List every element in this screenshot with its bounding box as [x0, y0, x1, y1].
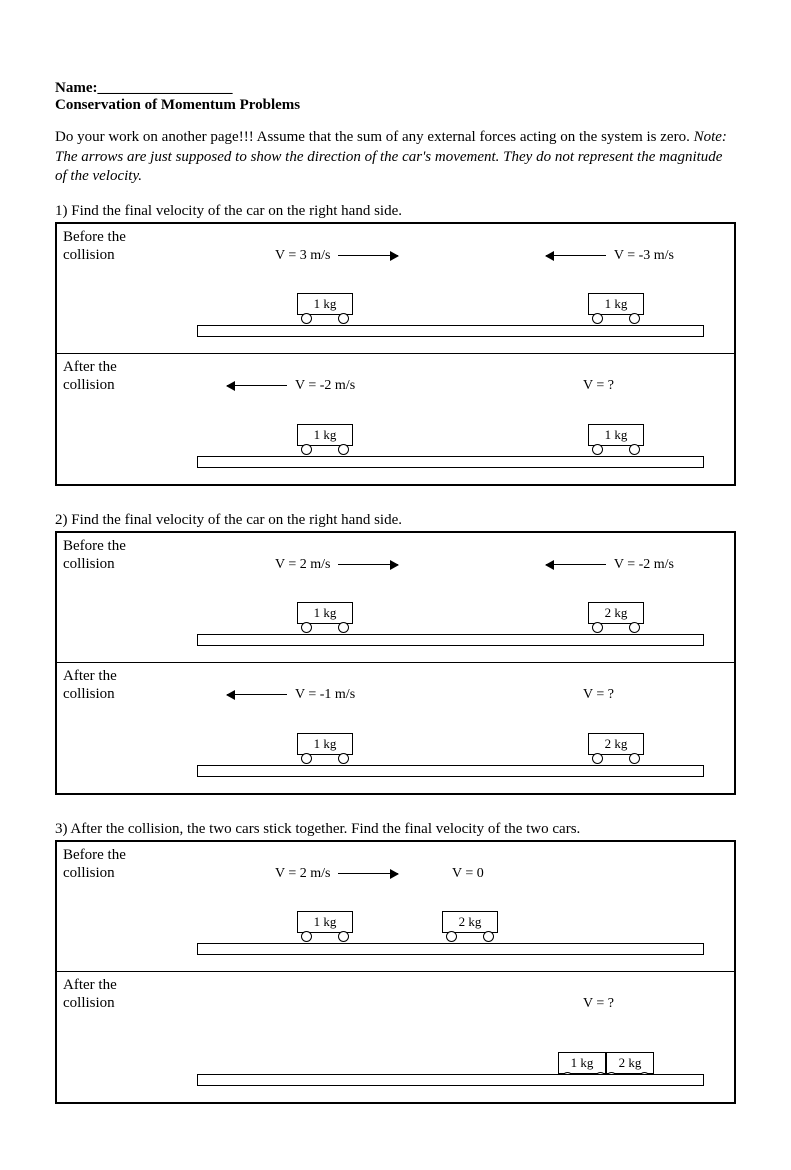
cart: 1 kg [297, 602, 353, 634]
worksheet-page: Name:__________________ Conservation of … [0, 0, 791, 1170]
after-panel: After the collision V = ? 1 kg 2 kg [57, 972, 734, 1102]
panel-label-after: After the collision [63, 976, 117, 1014]
before-panel: Before the collision V = 2 m/s V = 0 1 k… [57, 842, 734, 972]
velocity-label: V = 3 m/s [275, 248, 398, 264]
vel-text: V = -2 m/s [614, 557, 674, 573]
cart-mass: 1 kg [297, 293, 353, 315]
cart-mass: 1 kg [588, 293, 644, 315]
vel-text: V = ? [583, 996, 614, 1012]
track [197, 456, 704, 468]
cart: 2 kg [588, 602, 644, 634]
cart-mass: 2 kg [442, 911, 498, 933]
cart: 2 kg [442, 911, 498, 943]
vel-text: V = ? [583, 378, 614, 394]
cart-mass: 1 kg [297, 733, 353, 755]
cart: 1 kg [297, 733, 353, 765]
velocity-label: V = 2 m/s [275, 557, 398, 573]
cart-mass: 1 kg [558, 1052, 606, 1074]
after-panel: After the collision V = -2 m/s V = ? 1 k… [57, 354, 734, 484]
velocity-label: V = -2 m/s [546, 557, 674, 573]
arrow-left-icon [546, 564, 606, 566]
cart-mass: 1 kg [588, 424, 644, 446]
vel-text: V = -1 m/s [295, 687, 355, 703]
vel-text: V = -3 m/s [614, 248, 674, 264]
panel-label-after: After the collision [63, 358, 117, 396]
problem-prompt: 3) After the collision, the two cars sti… [55, 821, 736, 838]
problem-box: Before the collision V = 3 m/s V = -3 m/… [55, 222, 736, 486]
vel-text: V = 3 m/s [275, 248, 330, 264]
velocity-label: V = ? [583, 378, 614, 394]
cart: 1 kg [297, 293, 353, 325]
vel-text: V = 2 m/s [275, 557, 330, 573]
worksheet-title: Conservation of Momentum Problems [55, 97, 736, 114]
arrow-left-icon [546, 255, 606, 257]
cart-mass: 2 kg [588, 602, 644, 624]
cart: 1 kg [588, 424, 644, 456]
arrow-right-icon [338, 873, 398, 875]
panel-label-before: Before the collision [63, 537, 126, 575]
velocity-label: V = ? [583, 996, 614, 1012]
velocity-label: V = 2 m/s [275, 866, 398, 882]
cart: 1 kg [297, 911, 353, 943]
track [197, 325, 704, 337]
vel-text: V = 2 m/s [275, 866, 330, 882]
problem-box: Before the collision V = 2 m/s V = -2 m/… [55, 531, 736, 795]
problem-box: Before the collision V = 2 m/s V = 0 1 k… [55, 840, 736, 1104]
track [197, 943, 704, 955]
problem-prompt: 1) Find the final velocity of the car on… [55, 203, 736, 220]
cart-mass: 2 kg [588, 733, 644, 755]
before-panel: Before the collision V = 3 m/s V = -3 m/… [57, 224, 734, 354]
cart: 2 kg [588, 733, 644, 765]
problem-prompt: 2) Find the final velocity of the car on… [55, 512, 736, 529]
arrow-right-icon [338, 564, 398, 566]
velocity-label: V = -3 m/s [546, 248, 674, 264]
cart-mass: 2 kg [606, 1052, 654, 1074]
combined-cart: 1 kg 2 kg [558, 1052, 654, 1074]
panel-label-before: Before the collision [63, 846, 126, 884]
velocity-label: V = -1 m/s [227, 687, 355, 703]
cart: 1 kg [297, 424, 353, 456]
velocity-label: V = ? [583, 687, 614, 703]
before-panel: Before the collision V = 2 m/s V = -2 m/… [57, 533, 734, 663]
name-field-label: Name:__________________ [55, 80, 736, 97]
velocity-label: V = -2 m/s [227, 378, 355, 394]
track [197, 765, 704, 777]
panel-label-after: After the collision [63, 667, 117, 705]
arrow-left-icon [227, 385, 287, 387]
after-panel: After the collision V = -1 m/s V = ? 1 k… [57, 663, 734, 793]
arrow-right-icon [338, 255, 398, 257]
vel-text: V = 0 [452, 866, 484, 882]
arrow-left-icon [227, 694, 287, 696]
instructions-main: Do your work on another page!!! Assume t… [55, 129, 694, 145]
vel-text: V = ? [583, 687, 614, 703]
cart-mass: 1 kg [297, 602, 353, 624]
cart-mass: 1 kg [297, 424, 353, 446]
track [197, 634, 704, 646]
cart-mass: 1 kg [297, 911, 353, 933]
panel-label-before: Before the collision [63, 228, 126, 266]
instructions-text: Do your work on another page!!! Assume t… [55, 128, 736, 187]
cart: 1 kg [588, 293, 644, 325]
vel-text: V = -2 m/s [295, 378, 355, 394]
track [197, 1074, 704, 1086]
velocity-label: V = 0 [452, 866, 484, 882]
